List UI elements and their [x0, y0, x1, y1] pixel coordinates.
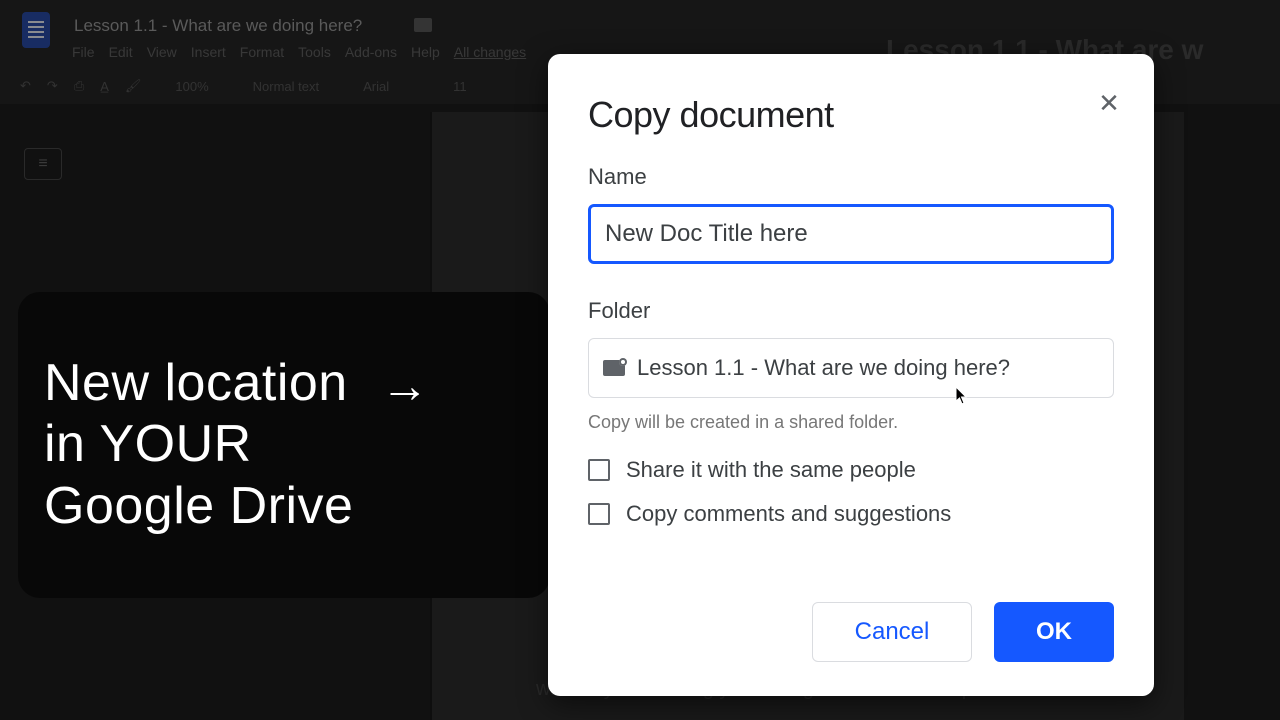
- app-root: Lesson 1.1 - What are we doing here? Fil…: [0, 0, 1280, 720]
- annotation-line2: in YOUR: [44, 414, 524, 475]
- menu-edit[interactable]: Edit: [109, 44, 133, 60]
- font-select[interactable]: Arial: [363, 79, 389, 94]
- close-icon: ✕: [1098, 88, 1120, 119]
- docs-logo-icon: [22, 12, 50, 48]
- dialog-actions: Cancel OK: [812, 602, 1114, 662]
- folder-label: Folder: [588, 298, 1114, 324]
- menu-insert[interactable]: Insert: [191, 44, 226, 60]
- move-to-folder-icon[interactable]: [414, 18, 432, 32]
- paint-format-icon[interactable]: 🖌: [125, 78, 142, 94]
- undo-icon[interactable]: ↶: [20, 78, 31, 94]
- menu-bar: File Edit View Insert Format Tools Add-o…: [72, 44, 526, 60]
- annotation-card: New location → in YOUR Google Drive: [18, 292, 550, 598]
- outline-toggle-icon[interactable]: ≡: [24, 148, 62, 180]
- menu-format[interactable]: Format: [240, 44, 284, 60]
- zoom-select[interactable]: 100%: [175, 79, 208, 94]
- menu-help[interactable]: Help: [411, 44, 440, 60]
- copy-document-dialog: Copy document ✕ Name Folder Lesson 1.1 -…: [548, 54, 1154, 696]
- document-title[interactable]: Lesson 1.1 - What are we doing here?: [74, 16, 362, 36]
- font-size-select[interactable]: 11: [453, 79, 467, 94]
- share-checkbox-label: Share it with the same people: [626, 457, 916, 483]
- annotation-line1: New location →: [44, 353, 524, 414]
- save-status: All changes: [454, 44, 526, 60]
- arrow-right-icon: →: [381, 360, 430, 413]
- spellcheck-icon[interactable]: A̲: [100, 79, 109, 94]
- dialog-title: Copy document: [588, 94, 1114, 136]
- annotation-line3: Google Drive: [44, 476, 524, 537]
- menu-file[interactable]: File: [72, 44, 95, 60]
- menu-tools[interactable]: Tools: [298, 44, 331, 60]
- folder-name: Lesson 1.1 - What are we doing here?: [637, 355, 1010, 381]
- shared-folder-hint: Copy will be created in a shared folder.: [588, 412, 1114, 433]
- comments-checkbox-label: Copy comments and suggestions: [626, 501, 951, 527]
- comments-checkbox[interactable]: [588, 503, 610, 525]
- name-label: Name: [588, 164, 1114, 190]
- folder-picker[interactable]: Lesson 1.1 - What are we doing here?: [588, 338, 1114, 398]
- print-icon[interactable]: ⎙: [74, 78, 84, 94]
- toolbar: ↶ ↷ ⎙ A̲ 🖌 100% Normal text Arial 11: [20, 78, 467, 94]
- menu-view[interactable]: View: [147, 44, 177, 60]
- close-button[interactable]: ✕: [1094, 88, 1124, 118]
- annotation-line1-text: New location: [44, 354, 348, 412]
- document-name-input[interactable]: [588, 204, 1114, 264]
- shared-folder-icon: [603, 360, 625, 376]
- copy-comments-row[interactable]: Copy comments and suggestions: [588, 501, 1114, 527]
- paragraph-style-select[interactable]: Normal text: [253, 79, 319, 94]
- ok-button[interactable]: OK: [994, 602, 1114, 662]
- menu-addons[interactable]: Add-ons: [345, 44, 397, 60]
- share-checkbox[interactable]: [588, 459, 610, 481]
- cancel-button[interactable]: Cancel: [812, 602, 972, 662]
- redo-icon[interactable]: ↷: [47, 78, 58, 94]
- share-same-people-row[interactable]: Share it with the same people: [588, 457, 1114, 483]
